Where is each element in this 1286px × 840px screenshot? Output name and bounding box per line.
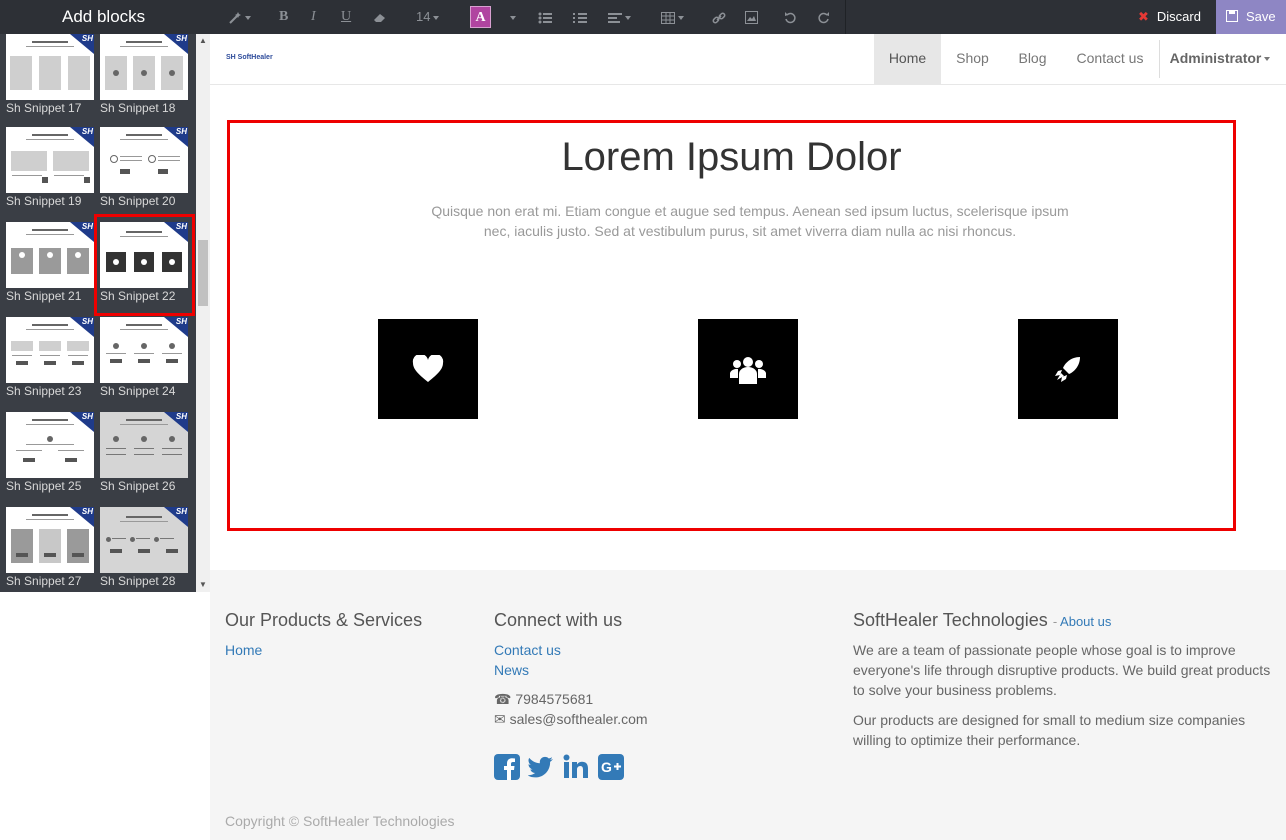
block-label: Sh Snippet 20 bbox=[100, 194, 176, 208]
block-label: Sh Snippet 28 bbox=[100, 574, 176, 588]
feature-box[interactable] bbox=[378, 319, 478, 419]
eraser-icon[interactable] bbox=[373, 0, 387, 34]
block-sh-snippet-27[interactable]: SH Sh Snippet 27 bbox=[6, 507, 94, 592]
heart-icon bbox=[412, 355, 444, 382]
italic-icon[interactable]: I bbox=[311, 0, 316, 34]
blocks-list: SH Sh Snippet 17 SH Sh Snippet 18 SH Sh … bbox=[0, 34, 196, 592]
block-thumbnail: SH bbox=[6, 317, 94, 383]
font-size-dropdown[interactable]: 14 bbox=[416, 0, 440, 34]
twitter-icon[interactable] bbox=[528, 754, 554, 780]
add-blocks-panel: Add blocks SH Sh Snippet 17 SH Sh Snippe… bbox=[0, 0, 210, 592]
block-sh-snippet-19[interactable]: SH Sh Snippet 19 bbox=[6, 127, 94, 215]
table-icon[interactable] bbox=[661, 0, 684, 34]
envelope-icon: ✉ bbox=[494, 711, 506, 727]
underline-icon[interactable]: U bbox=[341, 0, 351, 34]
block-thumbnail: SH bbox=[6, 222, 94, 288]
panel-title: Add blocks bbox=[0, 0, 210, 34]
block-label: Sh Snippet 27 bbox=[6, 574, 82, 588]
copyright-text: Copyright © SoftHealer Technologies bbox=[225, 813, 455, 829]
block-sh-snippet-23[interactable]: SH Sh Snippet 23 bbox=[6, 317, 94, 405]
ordered-list-icon[interactable] bbox=[573, 0, 587, 34]
site-logo[interactable]: SH SoftHealer bbox=[226, 54, 273, 61]
unordered-list-icon[interactable] bbox=[538, 0, 552, 34]
hero-text[interactable]: Quisque non erat mi. Etiam congue et aug… bbox=[425, 201, 1075, 241]
svg-text:G: G bbox=[601, 759, 612, 775]
bold-icon[interactable]: B bbox=[279, 0, 288, 34]
block-thumbnail: SH bbox=[100, 412, 188, 478]
footer-email: ✉ sales@softhealer.com bbox=[494, 711, 648, 727]
nav-item-contact-us[interactable]: Contact us bbox=[1061, 34, 1159, 84]
feature-box[interactable] bbox=[1018, 319, 1118, 419]
block-sh-snippet-28[interactable]: SH Sh Snippet 28 bbox=[100, 507, 188, 592]
users-icon bbox=[730, 357, 766, 384]
block-thumbnail: SH bbox=[100, 317, 188, 383]
align-icon[interactable] bbox=[608, 0, 631, 34]
block-thumbnail: SH bbox=[100, 127, 188, 193]
redo-icon[interactable] bbox=[817, 0, 830, 34]
block-sh-snippet-21[interactable]: SH Sh Snippet 21 bbox=[6, 222, 94, 310]
block-label: Sh Snippet 23 bbox=[6, 384, 82, 398]
undo-icon[interactable] bbox=[784, 0, 797, 34]
footer-company-title: SoftHealer Technologies - About us bbox=[853, 610, 1112, 630]
sidebar-scrollbar[interactable]: ▲ ▼ bbox=[196, 34, 210, 592]
footer-about-paragraph: We are a team of passionate people whose… bbox=[853, 642, 1271, 698]
rocket-icon bbox=[1055, 357, 1080, 382]
scroll-down-arrow-icon[interactable]: ▼ bbox=[196, 578, 210, 592]
block-thumbnail: SH bbox=[6, 34, 94, 100]
footer-about-paragraph-2: Our products are designed for small to m… bbox=[853, 712, 1246, 748]
editor-toolbar: B I U 14 A ✖ Discard Save bbox=[210, 0, 1286, 34]
block-label: Sh Snippet 18 bbox=[100, 101, 176, 115]
nav-item-home[interactable]: Home bbox=[874, 34, 941, 84]
floppy-disk-icon bbox=[1226, 10, 1238, 22]
block-sh-snippet-18[interactable]: SH Sh Snippet 18 bbox=[100, 34, 188, 122]
magic-icon[interactable] bbox=[228, 0, 251, 34]
user-menu[interactable]: Administrator bbox=[1160, 34, 1280, 84]
nav-item-shop[interactable]: Shop bbox=[941, 34, 1004, 84]
block-sh-snippet-25[interactable]: SH Sh Snippet 25 bbox=[6, 412, 94, 500]
linkedin-icon[interactable] bbox=[563, 754, 589, 780]
block-label: Sh Snippet 25 bbox=[6, 479, 82, 493]
block-label: Sh Snippet 17 bbox=[6, 101, 82, 115]
footer-link-news[interactable]: News bbox=[494, 662, 529, 678]
footer-link-home[interactable]: Home bbox=[225, 642, 262, 658]
save-button[interactable]: Save bbox=[1216, 0, 1286, 34]
scroll-up-arrow-icon[interactable]: ▲ bbox=[196, 34, 210, 48]
selected-block-outline bbox=[94, 214, 195, 316]
block-thumbnail: SH bbox=[6, 127, 94, 193]
block-thumbnail: SH bbox=[100, 34, 188, 100]
site-footer: Our Products & Services Home Connect wit… bbox=[210, 570, 1286, 840]
footer-phone: ☎ 7984575681 bbox=[494, 691, 594, 707]
footer-link-contact-us[interactable]: Contact us bbox=[494, 642, 561, 658]
scroll-thumb[interactable] bbox=[198, 240, 208, 306]
block-sh-snippet-17[interactable]: SH Sh Snippet 17 bbox=[6, 34, 94, 122]
font-color-icon[interactable]: A bbox=[470, 6, 491, 28]
link-icon[interactable] bbox=[712, 0, 726, 34]
footer-connect-title: Connect with us bbox=[494, 610, 623, 630]
footer-products-title: Our Products & Services bbox=[225, 610, 423, 630]
block-label: Sh Snippet 24 bbox=[100, 384, 176, 398]
image-icon[interactable] bbox=[745, 0, 758, 34]
block-sh-snippet-24[interactable]: SH Sh Snippet 24 bbox=[100, 317, 188, 405]
selected-snippet[interactable]: Lorem Ipsum Dolor Quisque non erat mi. E… bbox=[227, 120, 1236, 531]
block-label: Sh Snippet 19 bbox=[6, 194, 82, 208]
block-label: Sh Snippet 21 bbox=[6, 289, 82, 303]
google-plus-icon[interactable]: G bbox=[598, 754, 624, 780]
feature-box[interactable] bbox=[698, 319, 798, 419]
about-us-link[interactable]: About us bbox=[1060, 614, 1111, 629]
block-label: Sh Snippet 26 bbox=[100, 479, 176, 493]
nav-item-blog[interactable]: Blog bbox=[1004, 34, 1061, 84]
hero-title[interactable]: Lorem Ipsum Dolor bbox=[230, 135, 1233, 180]
block-sh-snippet-26[interactable]: SH Sh Snippet 26 bbox=[100, 412, 188, 500]
discard-button[interactable]: ✖ Discard bbox=[1126, 0, 1216, 34]
website-navbar: SH SoftHealer Home Shop Blog Contact us … bbox=[210, 34, 1286, 85]
block-thumbnail: SH bbox=[6, 507, 94, 573]
font-color-dropdown[interactable] bbox=[507, 0, 516, 34]
close-icon: ✖ bbox=[1138, 9, 1149, 24]
phone-icon: ☎ bbox=[494, 691, 512, 707]
block-thumbnail: SH bbox=[6, 412, 94, 478]
block-sh-snippet-20[interactable]: SH Sh Snippet 20 bbox=[100, 127, 188, 215]
facebook-icon[interactable] bbox=[494, 754, 520, 780]
block-thumbnail: SH bbox=[100, 507, 188, 573]
